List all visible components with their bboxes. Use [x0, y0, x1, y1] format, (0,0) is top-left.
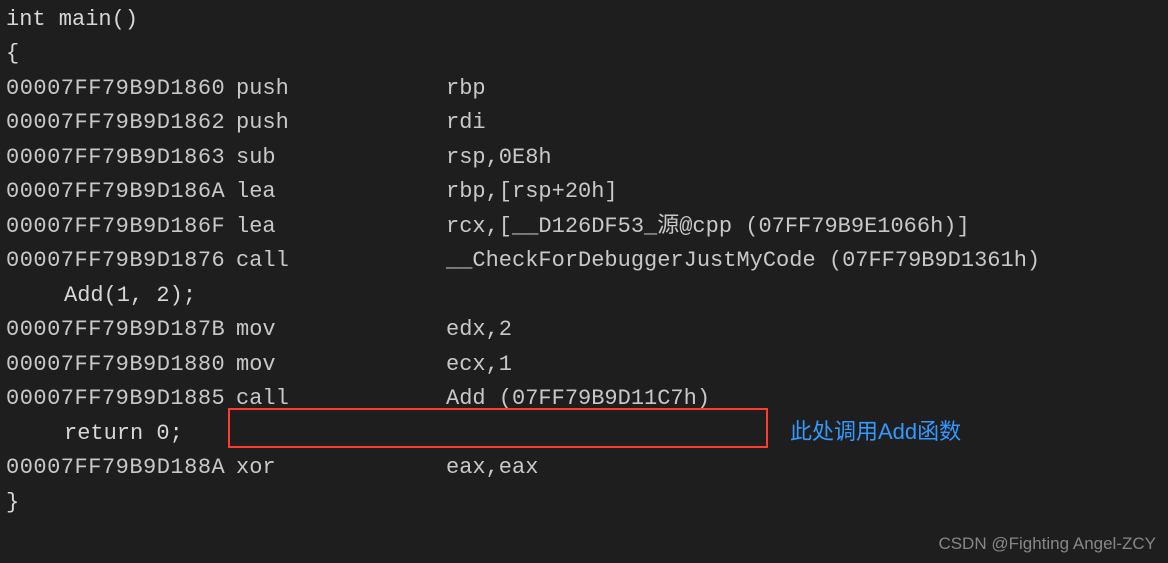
asm-address: 00007FF79B9D1880	[6, 347, 236, 382]
asm-line-highlighted: 00007FF79B9D1885callAdd (07FF79B9D11C7h)	[0, 382, 1168, 417]
asm-line: 00007FF79B9D188Axoreax,eax	[0, 451, 1168, 486]
annotation-text: 此处调用Add函数	[790, 414, 961, 449]
asm-mnemonic: lea	[236, 174, 446, 209]
source-text: return 0;	[64, 416, 183, 451]
source-text: Add(1, 2);	[64, 278, 196, 313]
source-text: int main()	[6, 2, 138, 37]
asm-address: 00007FF79B9D1860	[6, 71, 236, 106]
asm-address: 00007FF79B9D188A	[6, 450, 236, 485]
asm-mnemonic: mov	[236, 347, 446, 382]
asm-mnemonic: mov	[236, 312, 446, 347]
source-line-close-brace: }	[0, 485, 1168, 520]
asm-mnemonic: lea	[236, 209, 446, 244]
asm-address: 00007FF79B9D1863	[6, 140, 236, 175]
source-line-call: Add(1, 2);	[0, 278, 1168, 313]
source-text: }	[6, 485, 19, 520]
asm-address: 00007FF79B9D186F	[6, 209, 236, 244]
asm-operand: rdi	[446, 105, 486, 140]
asm-operand: rbp	[446, 71, 486, 106]
asm-line: 00007FF79B9D1863subrsp,0E8h	[0, 140, 1168, 175]
asm-operand: ecx,1	[446, 347, 512, 382]
asm-address: 00007FF79B9D187B	[6, 312, 236, 347]
asm-address: 00007FF79B9D1876	[6, 243, 236, 278]
asm-mnemonic: xor	[236, 450, 446, 485]
asm-line: 00007FF79B9D1876call__CheckForDebuggerJu…	[0, 244, 1168, 279]
source-line-open-brace: {	[0, 37, 1168, 72]
asm-operand: rsp,0E8h	[446, 140, 552, 175]
asm-operand: __CheckForDebuggerJustMyCode (07FF79B9D1…	[446, 243, 1040, 278]
asm-mnemonic: call	[236, 243, 446, 278]
asm-operand: edx,2	[446, 312, 512, 347]
source-text: {	[6, 36, 19, 71]
asm-address: 00007FF79B9D1862	[6, 105, 236, 140]
asm-operand: eax,eax	[446, 450, 538, 485]
asm-line: 00007FF79B9D1880movecx,1	[0, 347, 1168, 382]
asm-operand: rcx,[__D126DF53_源@cpp (07FF79B9E1066h)]	[446, 209, 970, 244]
asm-line: 00007FF79B9D186Flearcx,[__D126DF53_源@cpp…	[0, 209, 1168, 244]
asm-mnemonic: call	[236, 381, 446, 416]
source-line-decl: int main()	[0, 2, 1168, 37]
asm-line: 00007FF79B9D186Alearbp,[rsp+20h]	[0, 175, 1168, 210]
asm-mnemonic: sub	[236, 140, 446, 175]
asm-mnemonic: push	[236, 105, 446, 140]
asm-line: 00007FF79B9D1860pushrbp	[0, 71, 1168, 106]
source-line-return: return 0;	[0, 416, 1168, 451]
asm-address: 00007FF79B9D1885	[6, 381, 236, 416]
watermark: CSDN @Fighting Angel-ZCY	[938, 530, 1156, 557]
asm-operand: rbp,[rsp+20h]	[446, 174, 618, 209]
asm-operand: Add (07FF79B9D11C7h)	[446, 381, 710, 416]
asm-line: 00007FF79B9D187Bmovedx,2	[0, 313, 1168, 348]
asm-address: 00007FF79B9D186A	[6, 174, 236, 209]
asm-line: 00007FF79B9D1862pushrdi	[0, 106, 1168, 141]
asm-mnemonic: push	[236, 71, 446, 106]
